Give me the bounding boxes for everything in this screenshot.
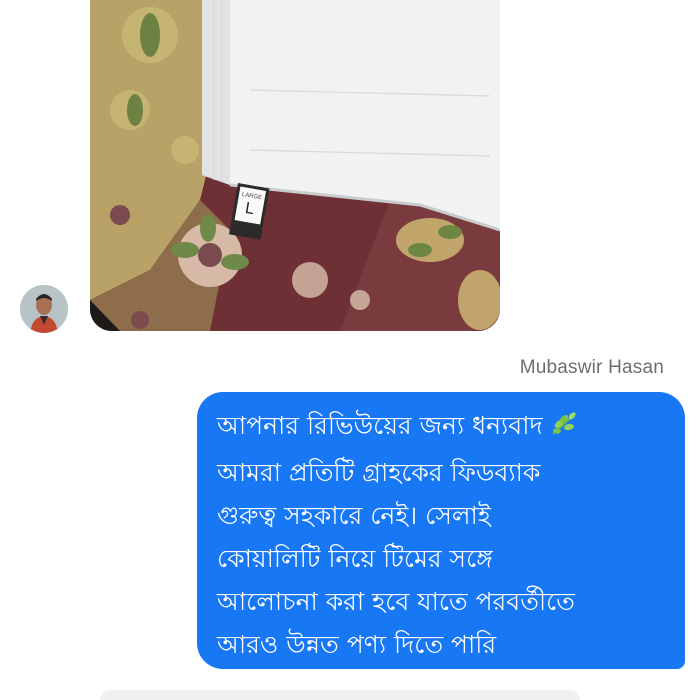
- outgoing-message-bubble[interactable]: আপনার রিভিউয়ের জন্য ধন্যবাদ আমরা প্রতিট…: [197, 392, 685, 669]
- chat-thread: L LARGE Mubaswir Hasan আপনার রিভিউয়ের জ…: [0, 0, 700, 700]
- message-line: আমরা প্রতিটি গ্রাহকের ফিডব্যাক: [217, 458, 541, 487]
- message-line: কোয়ালিটি নিয়ে টিমের সঙ্গে: [217, 544, 493, 573]
- incoming-photo-message[interactable]: L LARGE: [90, 0, 500, 331]
- message-line: আরও উন্নত পণ্য দিতে পারি: [217, 630, 497, 659]
- avatar-image: [20, 285, 68, 333]
- message-line: গুরুত্ব সহকারে নেই। সেলাই: [217, 501, 491, 530]
- next-message-bubble-edge: [100, 690, 580, 700]
- photo-image: L LARGE: [90, 0, 500, 331]
- sender-name-label: Mubaswir Hasan: [519, 357, 664, 378]
- sender-avatar[interactable]: [20, 285, 68, 333]
- herb-leaf-icon: [549, 408, 579, 451]
- message-line: আপনার রিভিউয়ের জন্য ধন্যবাদ: [217, 404, 671, 451]
- message-line: আলোচনা করা হবে যাতে পরবর্তীতে: [217, 587, 575, 616]
